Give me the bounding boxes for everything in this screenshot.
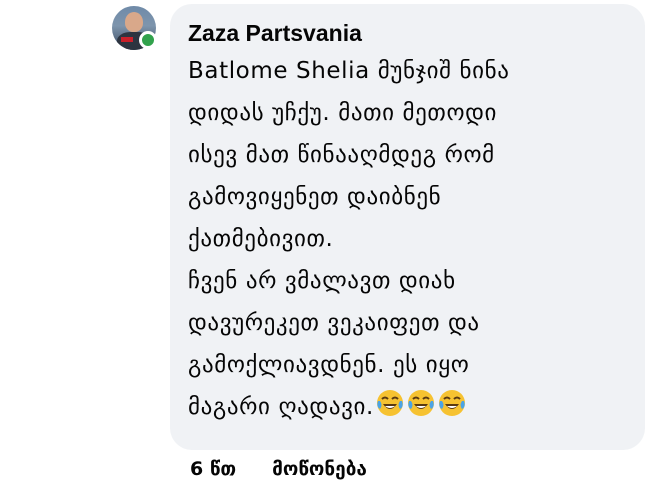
like-button[interactable]: მოწონება <box>272 458 367 480</box>
avatar-badge <box>121 37 133 42</box>
comment-last-line: მაგარი ღადავი. <box>188 386 627 432</box>
comment-line: დავურეკეთ ვეკაიფეთ და <box>188 310 480 336</box>
comment-line: ქათმებივით. <box>188 226 334 252</box>
online-status-icon <box>139 31 157 49</box>
comment-timestamp[interactable]: 6 წთ <box>190 458 236 480</box>
comment-line: ისევ მათ წინააღმდეგ რომ <box>188 142 495 168</box>
face-with-tears-of-joy-icon <box>437 388 467 432</box>
avatar-face <box>125 12 143 32</box>
comment-line: ჩვენ არ ვმალავთ დიახ <box>188 268 456 294</box>
comment-line: დიდას უჩქუ. მათი მეთოდი <box>188 100 498 126</box>
comment-actions: 6 წთ მოწონება <box>190 458 367 480</box>
avatar-container[interactable] <box>112 6 157 50</box>
comment-line-text: მაგარი ღადავი. <box>188 394 374 420</box>
comment-line: გამოქლიავდნენ. ეს იყო <box>188 352 470 378</box>
comment-line: Batlome Shelia მუნჯიშ ნინა <box>188 58 510 84</box>
comment-line: გამოვიყენეთ დაიბნენ <box>188 184 442 210</box>
face-with-tears-of-joy-icon <box>406 388 436 432</box>
comment-bubble: Zaza Partsvania Batlome Shelia მუნჯიშ ნი… <box>170 4 645 450</box>
face-with-tears-of-joy-icon <box>375 388 405 432</box>
comment-author[interactable]: Zaza Partsvania <box>188 16 627 50</box>
